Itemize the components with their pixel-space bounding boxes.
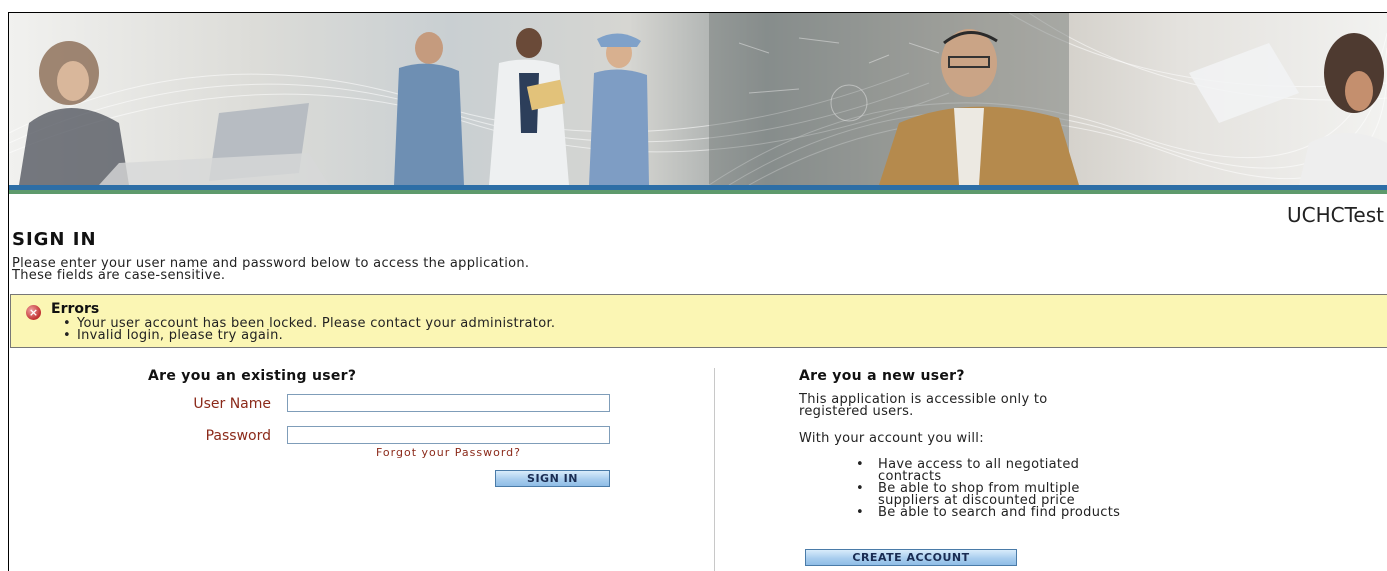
sign-in-button[interactable]: SIGN IN: [495, 470, 610, 487]
username-input[interactable]: [287, 394, 610, 412]
new-user-info: This application is accessible only to r…: [799, 393, 1048, 419]
banner-stripe-green: [9, 190, 1387, 194]
benefit-item: Be able to search and find products: [856, 505, 1208, 520]
error-icon: ×: [26, 305, 41, 320]
error-list: Your user account has been locked. Pleas…: [63, 317, 555, 342]
forgot-password-link[interactable]: Forgot your Password?: [376, 446, 521, 459]
benefit-line: Be able to search and find products: [878, 505, 1121, 520]
password-label: Password: [205, 428, 271, 444]
error-title: Errors: [51, 301, 100, 317]
error-item: Invalid login, please try again.: [63, 329, 555, 342]
benefit-item: Be able to shop from multiple suppliers …: [856, 482, 1208, 507]
username-label: User Name: [193, 396, 271, 412]
password-input[interactable]: [287, 426, 610, 444]
new-user-heading: Are you a new user?: [799, 368, 965, 384]
benefits-intro: With your account you will:: [799, 431, 984, 446]
existing-user-heading: Are you an existing user?: [148, 368, 357, 384]
info-line: registered users.: [799, 404, 914, 419]
benefits-list: Have access to all negotiated contracts …: [856, 458, 1208, 520]
intro-text: Please enter your user name and password…: [12, 257, 529, 283]
intro-line: These fields are case-sensitive.: [12, 268, 226, 283]
benefit-item: Have access to all negotiated contracts: [856, 458, 1208, 483]
create-account-button[interactable]: CREATE ACCOUNT: [805, 549, 1017, 566]
error-panel: × Errors Your user account has been lock…: [10, 294, 1387, 348]
app-name: UCHCTest: [1287, 203, 1384, 227]
page-title: SIGN IN: [12, 229, 97, 250]
header-banner-image: [9, 13, 1387, 185]
column-divider: [714, 368, 715, 571]
